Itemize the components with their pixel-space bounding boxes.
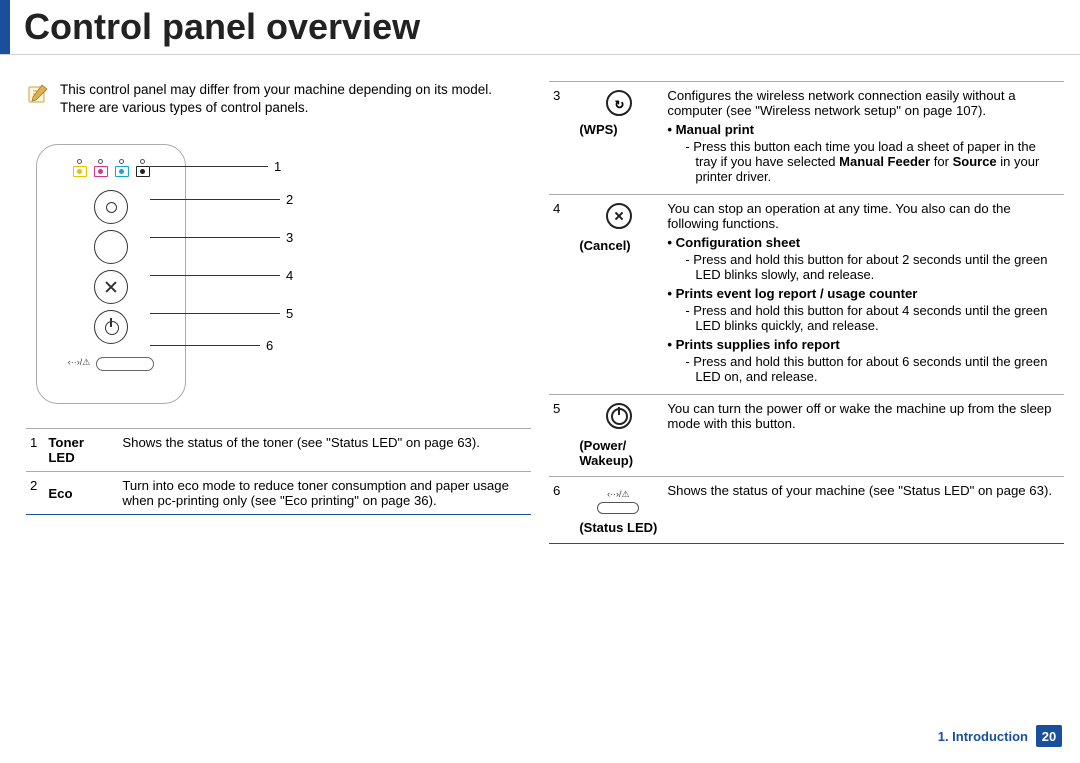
header-accent-bar bbox=[0, 0, 10, 54]
cancel-button-diagram bbox=[94, 270, 128, 304]
callout-lines: 1 2 3 4 5 6 bbox=[150, 154, 293, 353]
note-text: This control panel may differ from your … bbox=[60, 81, 523, 116]
footer-section: 1. Introduction bbox=[938, 729, 1028, 744]
callout-3: 3 bbox=[286, 230, 293, 245]
note-block: This control panel may differ from your … bbox=[26, 81, 531, 116]
row5-desc: You can turn the power off or wake the m… bbox=[663, 395, 1064, 477]
row-desc: Shows the status of the toner (see "Stat… bbox=[118, 429, 531, 472]
wps-button-diagram bbox=[94, 230, 128, 264]
config-sheet-body: - Press and hold this button for about 2… bbox=[685, 252, 1057, 282]
wps-icon: ↻ bbox=[606, 90, 632, 116]
row4-lead: You can stop an operation at any time. Y… bbox=[667, 201, 1057, 231]
status-glyph: ‹··›/⚠ bbox=[68, 357, 91, 368]
page-number-badge: 20 bbox=[1036, 725, 1062, 747]
row-num: 1 bbox=[26, 429, 44, 472]
callout-2: 2 bbox=[286, 192, 293, 207]
manual-print-title: Manual print bbox=[676, 122, 754, 137]
config-sheet-title: Configuration sheet bbox=[676, 235, 801, 250]
eco-button-diagram bbox=[94, 190, 128, 224]
status-led-icon-cell: ‹··›/⚠ (Status LED) bbox=[567, 477, 663, 544]
row-desc: Turn into eco mode to reduce toner consu… bbox=[118, 472, 531, 515]
status-led-diagram: ‹··›/⚠ bbox=[68, 353, 155, 371]
cancel-icon bbox=[606, 203, 632, 229]
left-description-table: 1 Toner LED Shows the status of the tone… bbox=[26, 428, 531, 515]
row-num: 3 bbox=[549, 82, 567, 195]
row-num: 5 bbox=[549, 395, 567, 477]
status-led-icon: ‹··›/⚠ bbox=[597, 489, 639, 514]
content-area: This control panel may differ from your … bbox=[0, 55, 1080, 544]
row4-desc: You can stop an operation at any time. Y… bbox=[663, 195, 1064, 395]
right-description-table: 3 ↻ (WPS) Configures the wireless networ… bbox=[549, 81, 1064, 544]
right-column: 3 ↻ (WPS) Configures the wireless networ… bbox=[549, 81, 1064, 544]
page-title: Control panel overview bbox=[24, 0, 420, 54]
manual-print-body: - Press this button each time you load a… bbox=[685, 139, 1057, 184]
event-log-title: Prints event log report / usage counter bbox=[676, 286, 918, 301]
event-log-body: - Press and hold this button for about 4… bbox=[685, 303, 1057, 333]
callout-6: 6 bbox=[266, 338, 273, 353]
power-icon-cell: (Power/ Wakeup) bbox=[567, 395, 663, 477]
note-icon bbox=[26, 83, 50, 105]
callout-5: 5 bbox=[286, 306, 293, 321]
wps-icon-cell: ↻ (WPS) bbox=[567, 82, 663, 195]
supplies-report-body: - Press and hold this button for about 6… bbox=[685, 354, 1057, 384]
callout-4: 4 bbox=[286, 268, 293, 283]
callout-1: 1 bbox=[274, 159, 281, 174]
row-num: 2 bbox=[26, 472, 44, 515]
supplies-report-title: Prints supplies info report bbox=[676, 337, 840, 352]
power-button-diagram bbox=[94, 310, 128, 344]
cancel-label: (Cancel) bbox=[571, 238, 659, 253]
power-label: (Power/ Wakeup) bbox=[571, 438, 659, 468]
panel-diagram-container: ‹··›/⚠ 1 2 3 4 5 6 bbox=[26, 144, 306, 404]
power-icon bbox=[606, 403, 632, 429]
row-label: Eco bbox=[44, 472, 118, 515]
left-column: This control panel may differ from your … bbox=[26, 81, 531, 544]
row6-desc: Shows the status of your machine (see "S… bbox=[663, 477, 1064, 544]
row-label: Toner LED bbox=[44, 429, 118, 472]
page-header: Control panel overview bbox=[0, 0, 1080, 55]
row3-desc: Configures the wireless network connecti… bbox=[663, 82, 1064, 195]
row-num: 4 bbox=[549, 195, 567, 395]
status-led-label: (Status LED) bbox=[571, 520, 659, 535]
row-num: 6 bbox=[549, 477, 567, 544]
cancel-icon-cell: (Cancel) bbox=[567, 195, 663, 395]
toner-led-row bbox=[73, 159, 150, 177]
wps-label: (WPS) bbox=[571, 122, 659, 137]
page-footer: 1. Introduction 20 bbox=[938, 725, 1062, 747]
row3-lead: Configures the wireless network connecti… bbox=[667, 88, 1057, 118]
